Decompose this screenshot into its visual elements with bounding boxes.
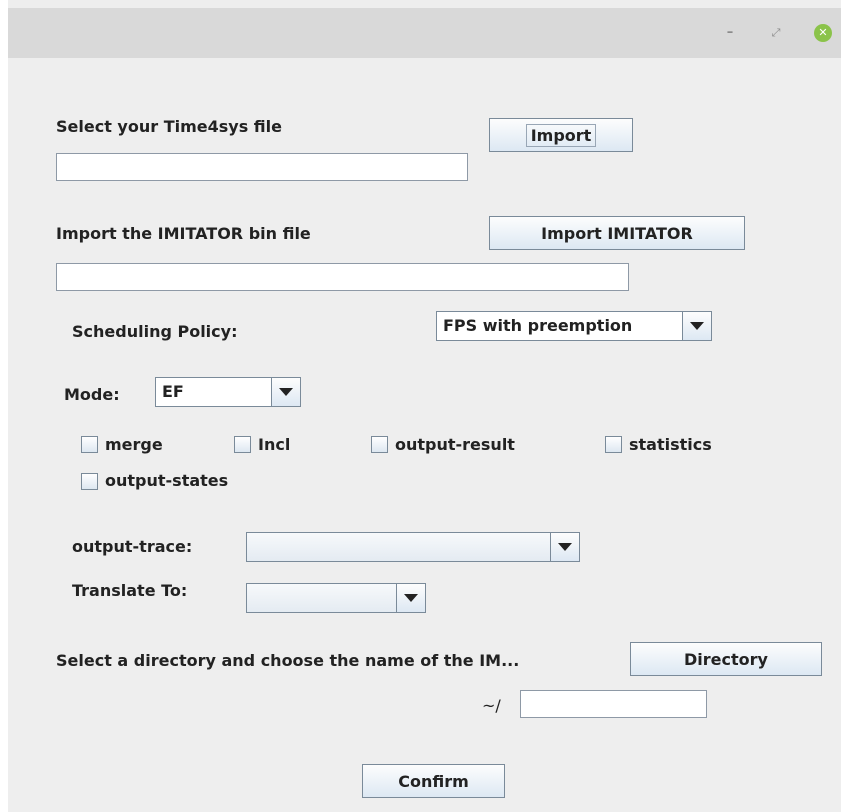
imitator-path-field[interactable] (56, 263, 629, 291)
scheduling-policy-select[interactable]: FPS with preemption (436, 311, 712, 341)
time4sys-path-field[interactable] (56, 153, 468, 181)
minimize-icon[interactable]: – (720, 23, 740, 43)
incl-checkbox[interactable] (234, 436, 251, 453)
merge-label: merge (105, 435, 163, 454)
home-path-prefix: ~/ (482, 696, 501, 715)
translate-to-label: Translate To: (72, 581, 188, 600)
output-trace-label: output-trace: (72, 537, 193, 556)
output-trace-value (247, 533, 550, 561)
statistics-label: statistics (629, 435, 712, 454)
merge-checkbox[interactable] (81, 436, 98, 453)
output-states-checkbox[interactable] (81, 473, 98, 490)
close-icon[interactable]: ✕ (814, 24, 832, 42)
imitator-label: Import the IMITATOR bin file (56, 224, 311, 243)
statistics-checkbox[interactable] (605, 436, 622, 453)
directory-button[interactable]: Directory (630, 642, 822, 676)
maximize-icon[interactable]: ⤢ (766, 23, 786, 43)
scheduling-policy-label: Scheduling Policy: (72, 322, 238, 341)
import-imitator-button[interactable]: Import IMITATOR (489, 216, 745, 250)
output-trace-select[interactable] (246, 532, 580, 562)
translate-to-select[interactable] (246, 583, 426, 613)
title-bar: – ⤢ ✕ (8, 8, 841, 58)
mode-value: EF (162, 382, 184, 401)
output-result-label: output-result (395, 435, 515, 454)
import-button[interactable]: Import (489, 118, 633, 152)
dialog-window: – ⤢ ✕ Select your Time4sys file Import I… (8, 0, 841, 812)
chevron-down-icon[interactable] (682, 312, 711, 340)
import-button-label: Import (525, 123, 597, 147)
translate-to-value (247, 584, 396, 612)
file-name-field[interactable] (520, 690, 707, 718)
chevron-down-icon[interactable] (396, 584, 425, 612)
time4sys-label: Select your Time4sys file (56, 117, 282, 136)
chevron-down-icon[interactable] (550, 533, 579, 561)
directory-label: Select a directory and choose the name o… (56, 651, 520, 670)
output-states-label: output-states (105, 471, 229, 490)
scheduling-policy-value: FPS with preemption (443, 316, 633, 335)
chevron-down-icon[interactable] (271, 378, 300, 406)
mode-select[interactable]: EF (155, 377, 301, 407)
mode-label: Mode: (64, 385, 120, 404)
confirm-button[interactable]: Confirm (362, 764, 505, 798)
output-result-checkbox[interactable] (371, 436, 388, 453)
incl-label: Incl (258, 435, 291, 454)
